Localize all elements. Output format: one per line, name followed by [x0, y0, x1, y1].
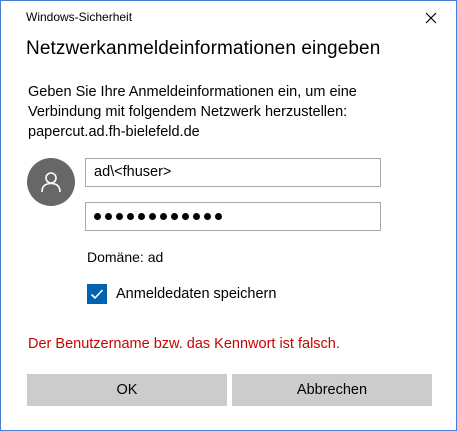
password-dot	[127, 213, 134, 220]
password-dot	[149, 213, 156, 220]
remember-credentials-label: Anmeldedaten speichern	[116, 286, 277, 302]
user-icon	[41, 172, 61, 193]
password-dot	[193, 213, 200, 220]
title-bar: Windows-Sicherheit	[1, 1, 456, 33]
password-mask	[94, 203, 222, 230]
domain-label: Domäne: ad	[87, 249, 164, 265]
password-dot	[105, 213, 112, 220]
cancel-button[interactable]: Abbrechen	[232, 374, 432, 406]
error-message: Der Benutzername bzw. das Kennwort ist f…	[28, 336, 340, 352]
password-dot	[204, 213, 211, 220]
description-line: Verbindung mit folgendem Netzwerk herzus…	[28, 104, 348, 120]
password-dot	[182, 213, 189, 220]
ok-button[interactable]: OK	[27, 374, 227, 406]
window-title: Windows-Sicherheit	[26, 10, 133, 24]
dialog-description: Geben Sie Ihre Anmeldeinformationen ein,…	[28, 82, 438, 142]
dialog-heading: Netzwerkanmeldeinformationen eingeben	[26, 38, 381, 59]
remember-credentials-row[interactable]: Anmeldedaten speichern	[87, 284, 276, 304]
username-value: ad\<fhuser>	[94, 164, 172, 180]
password-field[interactable]	[85, 202, 381, 231]
password-dot	[138, 213, 145, 220]
password-dot	[94, 213, 101, 220]
username-field[interactable]: ad\<fhuser>	[85, 158, 381, 187]
password-dot	[171, 213, 178, 220]
remember-credentials-checkbox[interactable]	[87, 284, 107, 304]
password-dot	[215, 213, 222, 220]
password-dot	[116, 213, 123, 220]
avatar	[27, 158, 75, 206]
password-dot	[160, 213, 167, 220]
checkmark-icon	[90, 289, 104, 300]
close-button[interactable]	[414, 5, 448, 31]
close-icon	[425, 12, 437, 24]
credentials-dialog: Windows-Sicherheit Netzwerkanmeldeinform…	[0, 0, 457, 431]
description-line: papercut.ad.fh-bielefeld.de	[28, 124, 200, 140]
description-line: Geben Sie Ihre Anmeldeinformationen ein,…	[28, 84, 357, 100]
